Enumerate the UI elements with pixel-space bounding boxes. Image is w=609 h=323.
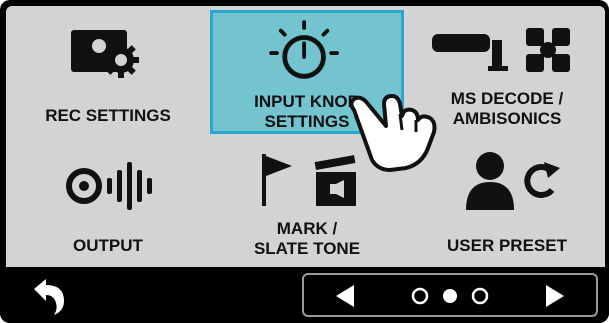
tile-rec-settings[interactable]: REC SETTINGS: [11, 10, 205, 134]
page-dot: [411, 287, 429, 305]
tile-label-line: MS DECODE /: [450, 89, 564, 108]
mic-ambisonics-icon: [432, 28, 570, 72]
tile-ms-decode-ambisonics[interactable]: MS DECODE / AMBISONICS: [410, 10, 604, 134]
tile-output[interactable]: OUTPUT: [11, 140, 205, 264]
tile-label: OUTPUT: [11, 236, 205, 256]
page-dot: [471, 287, 489, 305]
tile-label-line: AMBISONICS: [452, 109, 562, 128]
tile-label-line: INPUT KNOB: [254, 92, 360, 111]
back-arrow-icon[interactable]: [24, 273, 72, 317]
bottom-bar: [0, 267, 609, 323]
knob-icon: [269, 20, 339, 79]
tile-label-line: OUTPUT: [73, 236, 143, 255]
page-navigator: [302, 273, 598, 317]
device-frame: REC SETTINGS INPUT KNOB SETTINGS MS DECO…: [0, 0, 609, 323]
page-indicator: [411, 287, 489, 305]
page-dot-active: [443, 289, 457, 303]
right-arrow-icon[interactable]: [534, 281, 574, 311]
tile-input-knob-settings[interactable]: INPUT KNOB SETTINGS: [210, 10, 404, 134]
tile-label: REC SETTINGS: [11, 106, 205, 126]
tile-label-line: USER PRESET: [447, 236, 567, 255]
tile-label-line: SLATE TONE: [253, 239, 361, 258]
tile-label-line: REC SETTINGS: [45, 106, 171, 125]
tile-label: MARK / SLATE TONE: [210, 219, 404, 259]
tile-label-line: SETTINGS: [264, 112, 350, 131]
tile-label: MS DECODE / AMBISONICS: [410, 89, 604, 129]
menu-screen: REC SETTINGS INPUT KNOB SETTINGS MS DECO…: [6, 6, 605, 267]
output-speaker-icon: [66, 162, 152, 210]
tile-label: INPUT KNOB SETTINGS: [213, 92, 401, 132]
tile-label: USER PRESET: [410, 236, 604, 256]
camera-gear-icon: [71, 30, 139, 78]
tile-mark-slate-tone[interactable]: MARK / SLATE TONE: [210, 140, 404, 264]
tile-label-line: MARK /: [276, 219, 338, 238]
flag-clapperboard-icon: [262, 154, 356, 206]
tile-user-preset[interactable]: USER PRESET: [410, 140, 604, 264]
left-arrow-icon[interactable]: [326, 281, 366, 311]
user-refresh-icon: [466, 152, 560, 210]
